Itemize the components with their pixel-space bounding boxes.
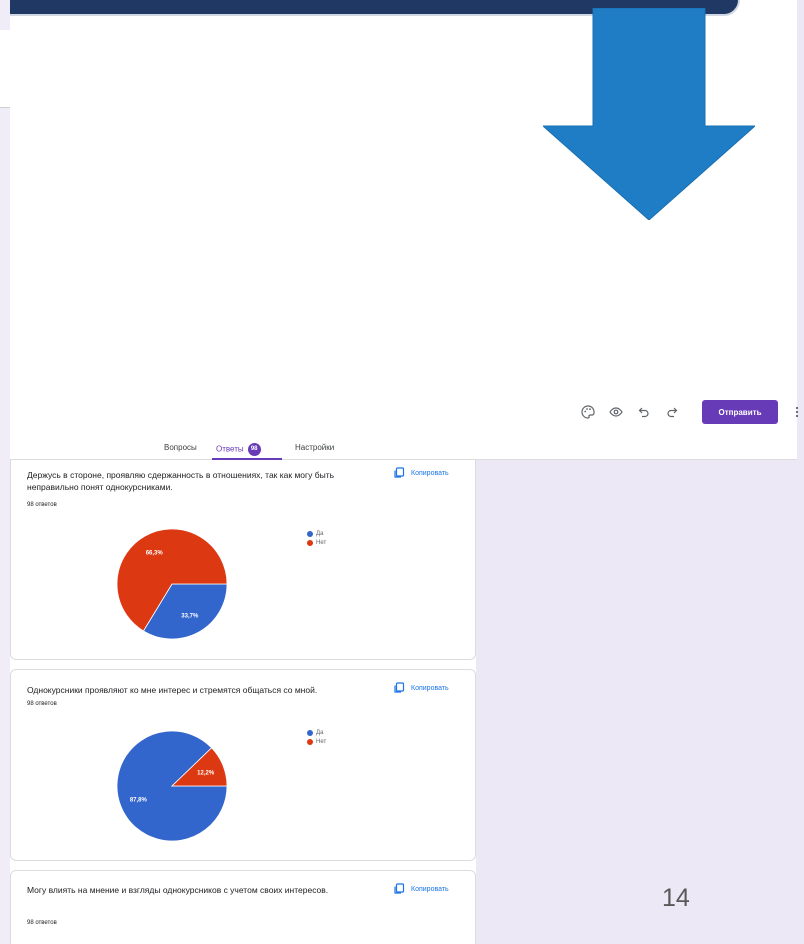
copy-label: Копировать [411, 469, 449, 477]
eye-icon[interactable] [604, 400, 628, 424]
copy-chart-button[interactable]: Копировать [393, 883, 449, 895]
question-title: Могу влиять на мнение и взгляды однокурс… [27, 885, 329, 895]
redo-icon[interactable] [660, 400, 684, 424]
copy-icon [394, 883, 405, 894]
down-arrow-icon [543, 8, 755, 220]
legend-item-no: Нет [307, 538, 326, 547]
undo-icon[interactable] [632, 400, 656, 424]
question-title: Держусь в стороне, проявляю сдержанность… [27, 470, 335, 492]
response-count: 98 ответов [27, 920, 57, 926]
form-background-panel [476, 460, 804, 944]
question-card-3: Могу влиять на мнение и взгляды однокурс… [10, 870, 476, 944]
question-card-1: Держусь в стороне, проявляю сдержанность… [10, 460, 476, 660]
copy-chart-button[interactable]: Копировать [393, 682, 449, 694]
pie-slice-label: 12,2% [197, 770, 215, 776]
chart-legend: Да Нет [307, 728, 326, 746]
pie-slice-label: 33,7% [181, 614, 199, 620]
form-toolbar: Отправить [576, 400, 802, 424]
legend-item-yes: Да [307, 728, 326, 737]
response-count: 98 ответов [27, 701, 57, 707]
response-count: 98 ответов [27, 502, 57, 508]
send-button[interactable]: Отправить [702, 400, 778, 424]
copy-icon [394, 467, 405, 478]
tab-responses-label: Ответы [216, 444, 244, 454]
copy-chart-button[interactable]: Копировать [393, 467, 449, 479]
pie-chart-2: 87,8% 12,2% [117, 731, 227, 841]
copy-icon [394, 682, 405, 693]
right-edge-background [797, 0, 804, 460]
tab-responses[interactable]: Ответы 98 [216, 443, 261, 456]
legend-label-yes: Да [316, 530, 324, 537]
copy-label: Копировать [411, 885, 449, 893]
copy-label: Копировать [411, 684, 449, 692]
left-header-strip [0, 30, 10, 108]
palette-icon[interactable] [576, 400, 600, 424]
question-title: Однокурсники проявляют ко мне интерес и … [27, 685, 318, 695]
left-edge-background [0, 0, 10, 944]
legend-label-no: Нет [316, 539, 327, 546]
question-card-2: Однокурсники проявляют ко мне интерес и … [10, 669, 476, 861]
legend-label-no: Нет [316, 738, 327, 745]
legend-item-no: Нет [307, 737, 326, 746]
more-vert-icon[interactable] [792, 400, 802, 424]
chart-legend: Да Нет [307, 529, 326, 547]
pie-slice-label: 87,8% [130, 798, 148, 804]
slide-page-number: 14 [662, 884, 690, 912]
tab-settings[interactable]: Настройки [295, 443, 334, 452]
legend-item-yes: Да [307, 529, 326, 538]
pie-slice-label: 66,3% [146, 550, 164, 556]
pie-chart-1: 33,7% 66,3% [117, 529, 227, 639]
form-tabs: Вопросы Ответы 98 Настройки [10, 440, 797, 460]
legend-label-yes: Да [316, 729, 324, 736]
tab-questions[interactable]: Вопросы [164, 443, 197, 452]
responses-count-badge: 98 [247, 443, 261, 456]
